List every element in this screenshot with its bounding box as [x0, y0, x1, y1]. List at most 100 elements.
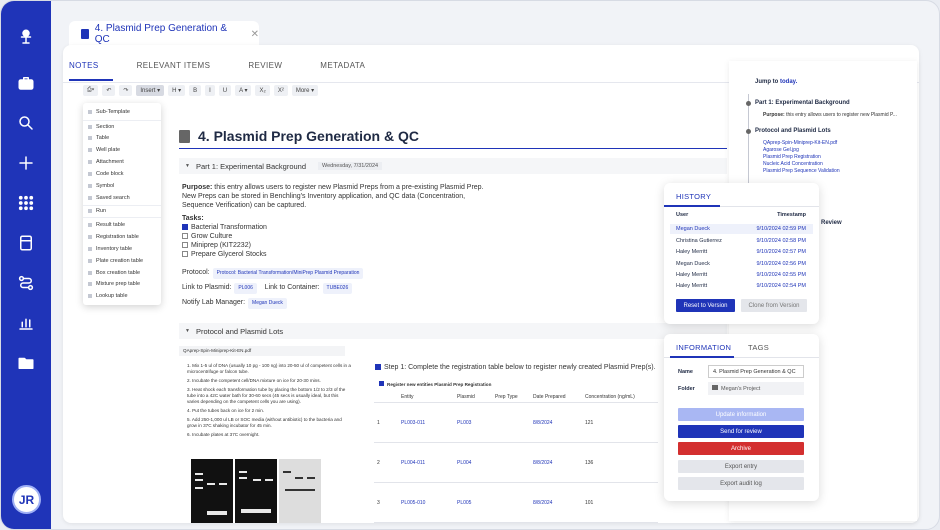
menu-item-table[interactable]: Table	[88, 135, 109, 141]
checkbox-checked[interactable]	[182, 224, 188, 231]
briefcase-icon[interactable]	[16, 73, 36, 93]
section-header-experimental-background[interactable]: ▼ Part 1: Experimental Background Wednes…	[179, 158, 727, 174]
more-button[interactable]: More ▾	[291, 85, 319, 96]
task-item[interactable]: Miniprep (KIT2232)	[182, 242, 251, 249]
tab-information[interactable]: INFORMATION	[676, 343, 731, 352]
user-mention[interactable]: Megan Dueck	[248, 298, 287, 309]
active-tab-underline	[69, 79, 113, 81]
menu-item-result-table[interactable]: Result table	[88, 222, 125, 228]
search-icon[interactable]	[16, 113, 36, 133]
menu-item-inventory-table[interactable]: Inventory table	[88, 246, 132, 252]
benchling-logo-icon[interactable]	[16, 27, 36, 47]
attachment-filename[interactable]: QAprep-Spin-Miniprep-Kit-EN.pdf	[179, 346, 345, 356]
task-item[interactable]: Grow Culture	[182, 233, 232, 240]
history-row[interactable]: Megan Dueck 9/10/2024 02:59 PM	[676, 226, 806, 232]
history-title: HISTORY	[676, 192, 712, 201]
export-audit-log-button[interactable]: Export audit log	[678, 477, 804, 490]
tab-metadata[interactable]: METADATA	[320, 61, 365, 70]
timeline-dot	[746, 129, 751, 134]
undo-icon[interactable]: ↶	[102, 85, 116, 96]
menu-item-code-block[interactable]: Code block	[88, 171, 124, 177]
section-header-protocol-lots[interactable]: ▼ Protocol and Plasmid Lots	[179, 323, 727, 339]
heading-button[interactable]: H ▾	[168, 85, 186, 96]
redo-icon[interactable]: ↷	[119, 85, 133, 96]
table-row[interactable]: 2 PL004-011 PL004 8/8/2024 136	[374, 443, 658, 483]
plus-icon[interactable]	[16, 153, 36, 173]
task-item[interactable]: Prepare Glycerol Stocks	[182, 251, 266, 258]
plasmid-link[interactable]: PL006	[234, 283, 257, 294]
menu-item-box-creation-table[interactable]: Box creation table	[88, 270, 140, 276]
menu-item-mixture-prep-table[interactable]: Mixture prep table	[88, 281, 140, 287]
menu-item-symbol[interactable]: Symbol	[88, 183, 114, 189]
insights-chart-icon[interactable]	[16, 313, 36, 333]
menu-item-sub-template[interactable]: Sub-Template	[88, 109, 130, 115]
checkbox[interactable]	[182, 242, 188, 249]
menu-item-run[interactable]: Run	[88, 208, 106, 214]
menu-item-registration-table[interactable]: Registration table	[88, 234, 139, 240]
folder-label: Folder	[678, 386, 695, 392]
update-information-button[interactable]: Update information	[678, 408, 804, 421]
menu-item-plate-creation-table[interactable]: Plate creation table	[88, 258, 143, 264]
name-input[interactable]: 4. Plasmid Prep Generation & QC	[708, 365, 804, 378]
protocol-link[interactable]: Protocol: Bacterial Transformation/MiniP…	[212, 268, 364, 279]
menu-item-section[interactable]: Section	[88, 124, 114, 130]
tab-notes[interactable]: NOTES	[69, 61, 99, 70]
tab-tags[interactable]: TAGS	[748, 343, 769, 352]
close-icon[interactable]: ✕	[251, 29, 259, 40]
workflow-icon[interactable]	[16, 273, 36, 293]
export-entry-button[interactable]: Export entry	[678, 460, 804, 473]
send-for-review-button[interactable]: Send for review	[678, 425, 804, 438]
history-row[interactable]: Haley Merritt 9/10/2024 02:57 PM	[676, 249, 806, 255]
outline-sub-item[interactable]: Plasmid Prep Registration	[763, 154, 821, 160]
table-row[interactable]: 1 PL003-011 PL003 8/8/2024 121	[374, 403, 658, 443]
subscript-button[interactable]: X₂	[255, 85, 270, 96]
underline-button[interactable]: U	[218, 85, 232, 96]
apps-grid-icon[interactable]	[16, 193, 36, 213]
bold-button[interactable]: B	[189, 85, 202, 96]
menu-item-lookup-table[interactable]: Lookup table	[88, 293, 128, 299]
user-avatar[interactable]: JR	[12, 485, 41, 514]
tab-relevant-items[interactable]: RELEVANT ITEMS	[137, 61, 211, 70]
outline-sub-item[interactable]: Agarose Gel.jpg	[763, 147, 799, 153]
collapse-triangle-icon[interactable]: ▼	[185, 328, 190, 334]
insert-button[interactable]: Insert ▾	[136, 85, 165, 96]
text-color-button[interactable]: A ▾	[235, 85, 252, 96]
outline-sub-item[interactable]: Plasmid Prep Sequence Validation	[763, 168, 840, 174]
outline-item-review[interactable]: Review	[821, 220, 842, 226]
outline-sub-item[interactable]: Nucleic Acid Concentration	[763, 161, 823, 167]
step1-text: Step 1: Complete the registration table …	[375, 363, 656, 372]
outline-sub-item[interactable]: QAprep-Spin-Miniprep-Kit-EN.pdf	[763, 140, 837, 146]
outline-purpose[interactable]: Purpose: this entry allows users to regi…	[763, 112, 897, 118]
superscript-button[interactable]: X²	[273, 85, 288, 96]
entry-tab[interactable]: 4. Plasmid Prep Generation & QC ✕	[69, 21, 259, 47]
container-link[interactable]: TUBE026	[322, 283, 353, 294]
app-frame: JR 4. Plasmid Prep Generation & QC ✕ NOT…	[0, 0, 940, 530]
checkbox[interactable]	[182, 233, 188, 240]
protocol-row: Protocol: Protocol: Bacterial Transformat…	[182, 268, 364, 279]
outline-item-protocol-lots[interactable]: Protocol and Plasmid Lots	[755, 128, 831, 134]
checkbox[interactable]	[182, 251, 188, 258]
menu-item-attachment[interactable]: Attachment	[88, 159, 124, 165]
inventory-icon[interactable]	[16, 233, 36, 253]
menu-item-saved-search[interactable]: Saved search	[88, 195, 130, 201]
collapse-triangle-icon[interactable]: ▼	[185, 163, 190, 169]
history-row[interactable]: Christina Gutierrez 9/10/2024 02:58 PM	[676, 238, 806, 244]
folder-field[interactable]: Megan's Project	[708, 382, 804, 395]
history-row[interactable]: Haley Merritt 9/10/2024 02:54 PM	[676, 283, 806, 289]
checkbox-checked[interactable]	[375, 364, 381, 371]
folder-icon[interactable]	[16, 353, 36, 373]
reset-to-version-button[interactable]: Reset to Version	[676, 299, 735, 312]
history-row[interactable]: Megan Dueck 9/10/2024 02:56 PM	[676, 261, 806, 267]
archive-button[interactable]: Archive	[678, 442, 804, 455]
notify-row: Notify Lab Manager: Megan Dueck	[182, 298, 287, 309]
history-row[interactable]: Haley Merritt 9/10/2024 02:55 PM	[676, 272, 806, 278]
table-row[interactable]: 3 PL005-010 PL005 8/8/2024 101	[374, 483, 658, 523]
task-item[interactable]: Bacterial Transformation	[182, 224, 267, 231]
outline-item-background[interactable]: Part 1: Experimental Background	[755, 100, 850, 106]
print-icon[interactable]: ⎙▾	[83, 85, 99, 96]
italic-button[interactable]: I	[205, 85, 215, 96]
menu-item-well-plate[interactable]: Well plate	[88, 147, 120, 153]
jump-to-today-link[interactable]: Jump to today.	[755, 79, 797, 85]
clone-from-version-button[interactable]: Clone from Version	[741, 299, 807, 312]
tab-review[interactable]: REVIEW	[248, 61, 282, 70]
